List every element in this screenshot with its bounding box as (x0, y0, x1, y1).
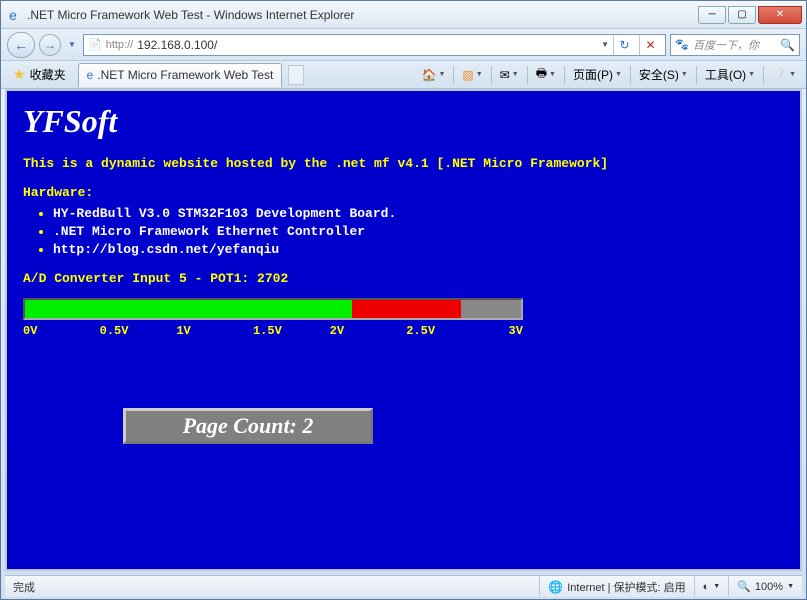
progress-green (25, 300, 352, 318)
browser-window: e .NET Micro Framework Web Test - Window… (0, 0, 807, 600)
url-protocol: http:// (106, 39, 134, 51)
zoom-control[interactable]: 🔍 100% ▼ (728, 576, 794, 597)
tab-favicon: e (87, 68, 94, 82)
safety-menu[interactable]: 安全(S) ▼ (635, 64, 692, 85)
status-text: 完成 (13, 579, 531, 595)
tick: 0.5V (100, 324, 140, 338)
globe-icon: 🌐 (548, 580, 563, 594)
home-icon: 🏠 (422, 68, 437, 82)
refresh-button[interactable]: ↻ (613, 35, 635, 55)
zoom-value: 100% (755, 581, 783, 593)
progress-red (352, 300, 461, 318)
search-placeholder: 百度一下，你 (693, 37, 776, 53)
history-dropdown[interactable]: ▼ (65, 32, 79, 58)
tick: 2.5V (406, 324, 446, 338)
search-box[interactable]: 🐾 百度一下，你 🔍 (670, 34, 800, 56)
tab-title: .NET Micro Framework Web Test (97, 68, 273, 82)
adc-reading: A/D Converter Input 5 - POT1: 2702 (23, 271, 784, 286)
address-bar[interactable]: 📄 http://192.168.0.100/ ▼ ↻ ✕ (83, 34, 666, 56)
maximize-button[interactable]: ▢ (728, 6, 756, 24)
hardware-label: Hardware: (23, 185, 784, 200)
shield-icon: ◐ (703, 581, 710, 593)
tools-menu-label: 工具(O) (705, 66, 746, 83)
zone-text: Internet | 保护模式: 启用 (567, 579, 685, 595)
command-toolbar: 🏠▼ ▧▼ ✉▼ 🖶▼ 页面(P) ▼ 安全(S) ▼ 工具(O) ▼ ❔▼ (418, 62, 800, 87)
forward-button[interactable]: → (39, 34, 61, 56)
intro-text: This is a dynamic website hosted by the … (23, 156, 784, 171)
zoom-icon: 🔍 (737, 580, 751, 593)
page-menu[interactable]: 页面(P) ▼ (569, 64, 626, 85)
hardware-item: HY-RedBull V3.0 STM32F103 Development Bo… (53, 206, 784, 221)
mail-icon: ✉ (500, 68, 510, 82)
hardware-item: http://blog.csdn.net/yefanqiu (53, 242, 784, 257)
status-protected-icon[interactable]: ◐▼ (694, 576, 721, 597)
url-dropdown-icon[interactable]: ▼ (601, 40, 609, 49)
favorites-button[interactable]: ★ 收藏夹 (7, 64, 72, 85)
status-zone: 🌐 Internet | 保护模式: 启用 (539, 576, 685, 597)
tools-menu[interactable]: 工具(O) ▼ (701, 64, 759, 85)
star-icon: ★ (13, 66, 26, 83)
page-counter-box: Page Count: 2 (123, 408, 373, 444)
page-heading: YFSoft (23, 103, 784, 140)
tick: 3V (483, 324, 523, 338)
window-title: .NET Micro Framework Web Test - Windows … (27, 8, 698, 22)
titlebar: e .NET Micro Framework Web Test - Window… (1, 1, 806, 29)
feeds-button[interactable]: ▧▼ (458, 66, 486, 84)
page-content: YFSoft This is a dynamic website hosted … (5, 89, 802, 571)
status-bar: 完成 🌐 Internet | 保护模式: 启用 ◐▼ 🔍 100% ▼ (5, 575, 802, 597)
hardware-item: .NET Micro Framework Ethernet Controller (53, 224, 784, 239)
tick: 2V (330, 324, 370, 338)
progress-bar (23, 298, 523, 320)
tab-row: ★ 收藏夹 e .NET Micro Framework Web Test 🏠▼… (1, 61, 806, 89)
favorites-label: 收藏夹 (30, 66, 66, 83)
minimize-button[interactable]: ─ (698, 6, 726, 24)
print-button[interactable]: 🖶▼ (532, 62, 560, 87)
search-icon[interactable]: 🔍 (780, 38, 795, 52)
hardware-list: HY-RedBull V3.0 STM32F103 Development Bo… (53, 206, 784, 257)
progress-ticks: 0V 0.5V 1V 1.5V 2V 2.5V 3V (23, 324, 523, 338)
progress-wrap: 0V 0.5V 1V 1.5V 2V 2.5V 3V (23, 298, 784, 338)
nav-row: ← → ▼ 📄 http://192.168.0.100/ ▼ ↻ ✕ 🐾 百度… (1, 29, 806, 61)
back-button[interactable]: ← (7, 32, 35, 58)
stop-button[interactable]: ✕ (639, 35, 661, 55)
active-tab[interactable]: e .NET Micro Framework Web Test (78, 63, 283, 87)
ie-icon: e (5, 7, 21, 23)
home-button[interactable]: 🏠▼ (418, 66, 450, 84)
page-icon: 📄 (88, 38, 102, 51)
tick: 1.5V (253, 324, 293, 338)
tick: 1V (176, 324, 216, 338)
help-icon: ❔ (772, 68, 787, 82)
rss-icon: ▧ (462, 68, 473, 82)
tick: 0V (23, 324, 63, 338)
mail-button[interactable]: ✉▼ (496, 66, 523, 84)
help-button[interactable]: ❔▼ (768, 66, 800, 84)
print-icon: 🖶 (536, 64, 547, 85)
url-text: 192.168.0.100/ (137, 38, 597, 52)
window-buttons: ─ ▢ ✕ (698, 6, 802, 24)
page-menu-label: 页面(P) (573, 66, 613, 83)
search-provider-icon: 🐾 (675, 38, 689, 52)
safety-menu-label: 安全(S) (639, 66, 679, 83)
close-button[interactable]: ✕ (758, 6, 802, 24)
new-tab-button[interactable] (288, 65, 304, 85)
